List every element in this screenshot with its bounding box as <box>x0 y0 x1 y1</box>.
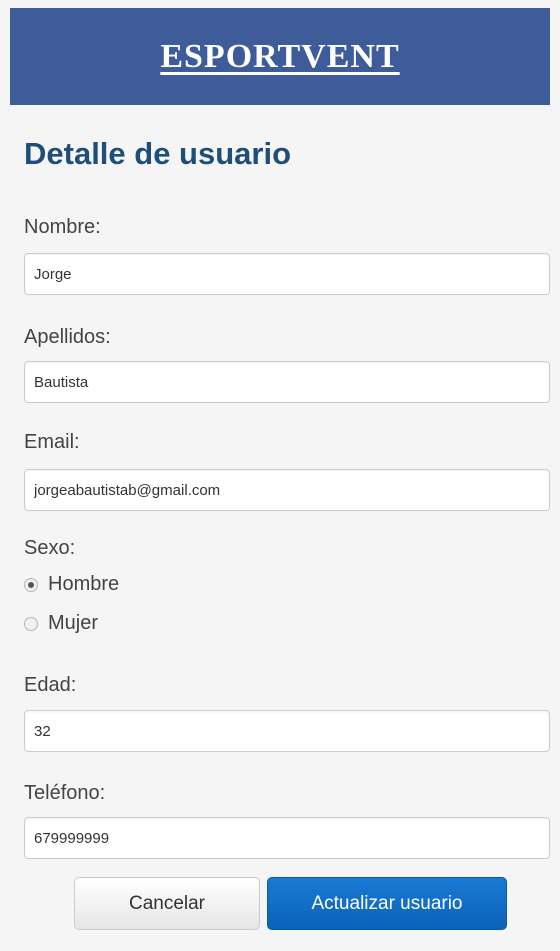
radio-mujer[interactable]: Mujer <box>24 612 98 635</box>
cancel-button[interactable]: Cancelar <box>74 877 260 930</box>
brand-logo-link[interactable]: ESPORTVENT <box>160 38 399 76</box>
email-label: Email: <box>24 431 80 453</box>
nombre-label: Nombre: <box>24 216 101 238</box>
radio-hombre[interactable]: Hombre <box>24 573 119 596</box>
apellidos-input[interactable] <box>24 361 550 403</box>
sexo-label: Sexo: <box>24 537 76 559</box>
telefono-label: Teléfono: <box>24 782 106 804</box>
page-title: Detalle de usuario <box>24 136 292 171</box>
telefono-input[interactable] <box>24 817 550 859</box>
email-input[interactable] <box>24 469 550 511</box>
radio-hombre-button[interactable] <box>24 577 38 592</box>
nombre-input[interactable] <box>24 253 550 295</box>
edad-input[interactable] <box>24 710 550 752</box>
app-header: ESPORTVENT <box>10 8 550 105</box>
radio-hombre-label: Hombre <box>48 573 120 595</box>
edad-label: Edad: <box>24 674 77 696</box>
radio-mujer-button[interactable] <box>24 616 38 631</box>
update-user-button[interactable]: Actualizar usuario <box>267 877 507 930</box>
apellidos-label: Apellidos: <box>24 326 111 348</box>
radio-mujer-label: Mujer <box>48 612 99 634</box>
